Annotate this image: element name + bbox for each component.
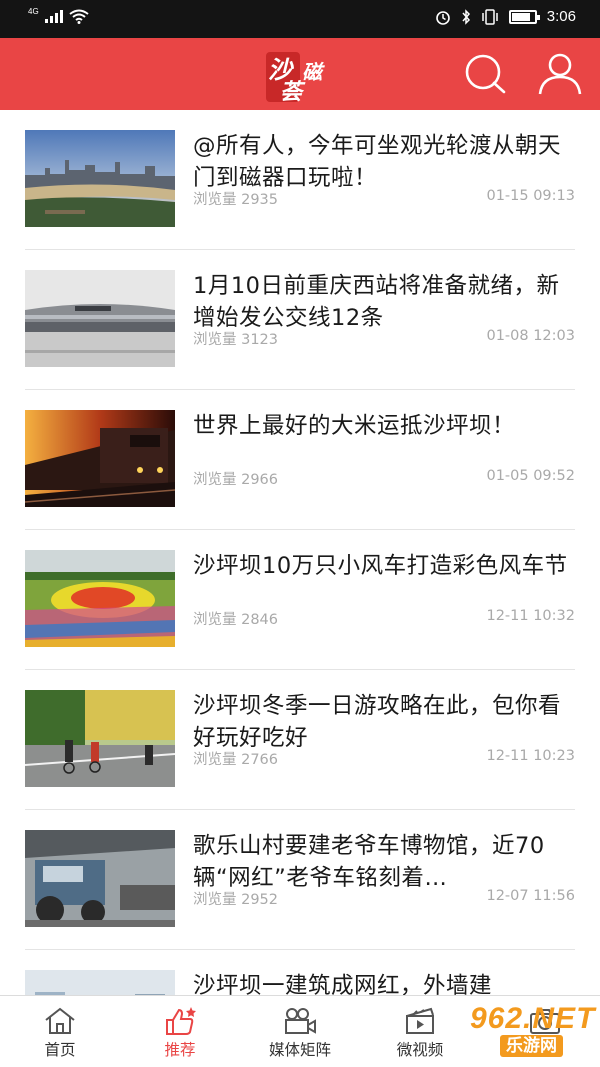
news-time: 12-11 10:32 <box>486 608 575 624</box>
news-title: 歌乐山村要建老爷车博物馆，近70辆“网红”老爷车铭刻着… <box>193 833 545 891</box>
logo-char-2: 磁 <box>302 60 322 84</box>
news-item[interactable]: 1月10日前重庆西站将准备就绪，新增始发公交线12条 浏览量 3123 01-0… <box>25 250 575 390</box>
search-button[interactable] <box>460 52 508 96</box>
news-thumbnail-train <box>25 410 175 507</box>
news-item[interactable]: 沙坪坝一建筑成网红，外墙建 <box>25 950 575 995</box>
news-item[interactable]: 世界上最好的大米运抵沙坪坝！ 浏览量 2966 01-05 09:52 <box>25 390 575 530</box>
news-item[interactable]: @所有人，今年可坐观光轮渡从朝天门到磁器口玩啦！ 浏览量 2935 01-15 … <box>25 110 575 250</box>
status-right: 3:06 <box>435 8 576 25</box>
watermark-subtext: 乐游网 <box>500 1035 563 1057</box>
news-views: 浏览量 2966 <box>193 472 279 488</box>
news-item[interactable]: 沙坪坝冬季一日游攻略在此，包你看好玩好吃好 浏览量 2766 12-11 10:… <box>25 670 575 810</box>
watermark-text: 962.NET <box>470 1002 596 1035</box>
wifi-icon <box>69 9 89 24</box>
news-item[interactable]: 歌乐山村要建老爷车博物馆，近70辆“网红”老爷车铭刻着… 浏览量 2952 12… <box>25 810 575 950</box>
status-bar: 4G 3:06 <box>0 0 600 38</box>
app-header: 沙 磁 荟 <box>0 38 600 110</box>
battery-icon <box>508 9 540 24</box>
news-time: 12-11 10:23 <box>486 748 575 764</box>
tab-micro-video[interactable]: 微视频 <box>380 996 460 1067</box>
bluetooth-icon <box>462 8 470 25</box>
news-time: 12-07 11:56 <box>486 888 575 904</box>
news-thumbnail-station <box>25 270 175 367</box>
news-title: 世界上最好的大米运抵沙坪坝！ <box>193 413 516 439</box>
news-time: 01-15 09:13 <box>486 188 575 204</box>
news-list: @所有人，今年可坐观光轮渡从朝天门到磁器口玩啦！ 浏览量 2935 01-15 … <box>0 110 600 995</box>
tab-label: 媒体矩阵 <box>268 1041 331 1059</box>
tab-label: 推荐 <box>164 1041 196 1059</box>
news-thumbnail-pinwheels <box>25 550 175 647</box>
news-title: 沙坪坝一建筑成网红，外墙建 <box>193 973 493 995</box>
thumbs-up-icon <box>166 1007 196 1035</box>
tab-home[interactable]: 首页 <box>20 996 100 1067</box>
network-type: 4G <box>28 7 39 16</box>
news-thumbnail-tractor <box>25 830 175 927</box>
news-time: 01-05 09:52 <box>486 468 575 484</box>
shacihui-logo[interactable]: 沙 磁 荟 <box>266 46 334 105</box>
user-button[interactable] <box>536 52 584 96</box>
news-views: 浏览量 2766 <box>193 752 279 768</box>
news-views: 浏览量 2846 <box>193 612 279 628</box>
user-icon <box>538 53 582 95</box>
news-thumbnail-cyclists <box>25 690 175 787</box>
tab-label: 首页 <box>44 1041 76 1059</box>
tab-label: 微视频 <box>396 1041 444 1059</box>
news-time: 01-08 12:03 <box>486 328 575 344</box>
video-camera-icon <box>285 1008 316 1034</box>
vibrate-icon <box>482 8 498 25</box>
tab-recommend[interactable]: 推荐 <box>140 996 220 1067</box>
news-views: 浏览量 3123 <box>193 332 279 348</box>
status-left: 4G <box>28 7 89 24</box>
site-watermark: 962.NET 乐游网 <box>470 1002 596 1060</box>
news-title: 沙坪坝冬季一日游攻略在此，包你看好玩好吃好 <box>193 693 562 751</box>
clapperboard-icon <box>406 1007 434 1034</box>
news-item[interactable]: 沙坪坝10万只小风车打造彩色风车节 浏览量 2846 12-11 10:32 <box>25 530 575 670</box>
battery-fill <box>511 12 531 21</box>
search-icon <box>465 54 506 94</box>
alarm-icon <box>435 10 450 25</box>
news-views: 浏览量 2935 <box>193 192 279 208</box>
signal-icon <box>44 10 63 23</box>
news-thumbnail-city <box>25 130 175 227</box>
news-title: 1月10日前重庆西站将准备就绪，新增始发公交线12条 <box>193 273 560 331</box>
tab-media-matrix[interactable]: 媒体矩阵 <box>255 996 345 1067</box>
home-icon <box>45 1007 75 1034</box>
news-title: @所有人，今年可坐观光轮渡从朝天门到磁器口玩啦！ <box>193 133 562 191</box>
news-title: 沙坪坝10万只小风车打造彩色风车节 <box>193 553 568 579</box>
clock: 3:06 <box>546 8 576 25</box>
logo-char-3: 荟 <box>280 79 303 105</box>
news-views: 浏览量 2952 <box>193 892 279 908</box>
news-thumbnail-building <box>25 970 175 995</box>
